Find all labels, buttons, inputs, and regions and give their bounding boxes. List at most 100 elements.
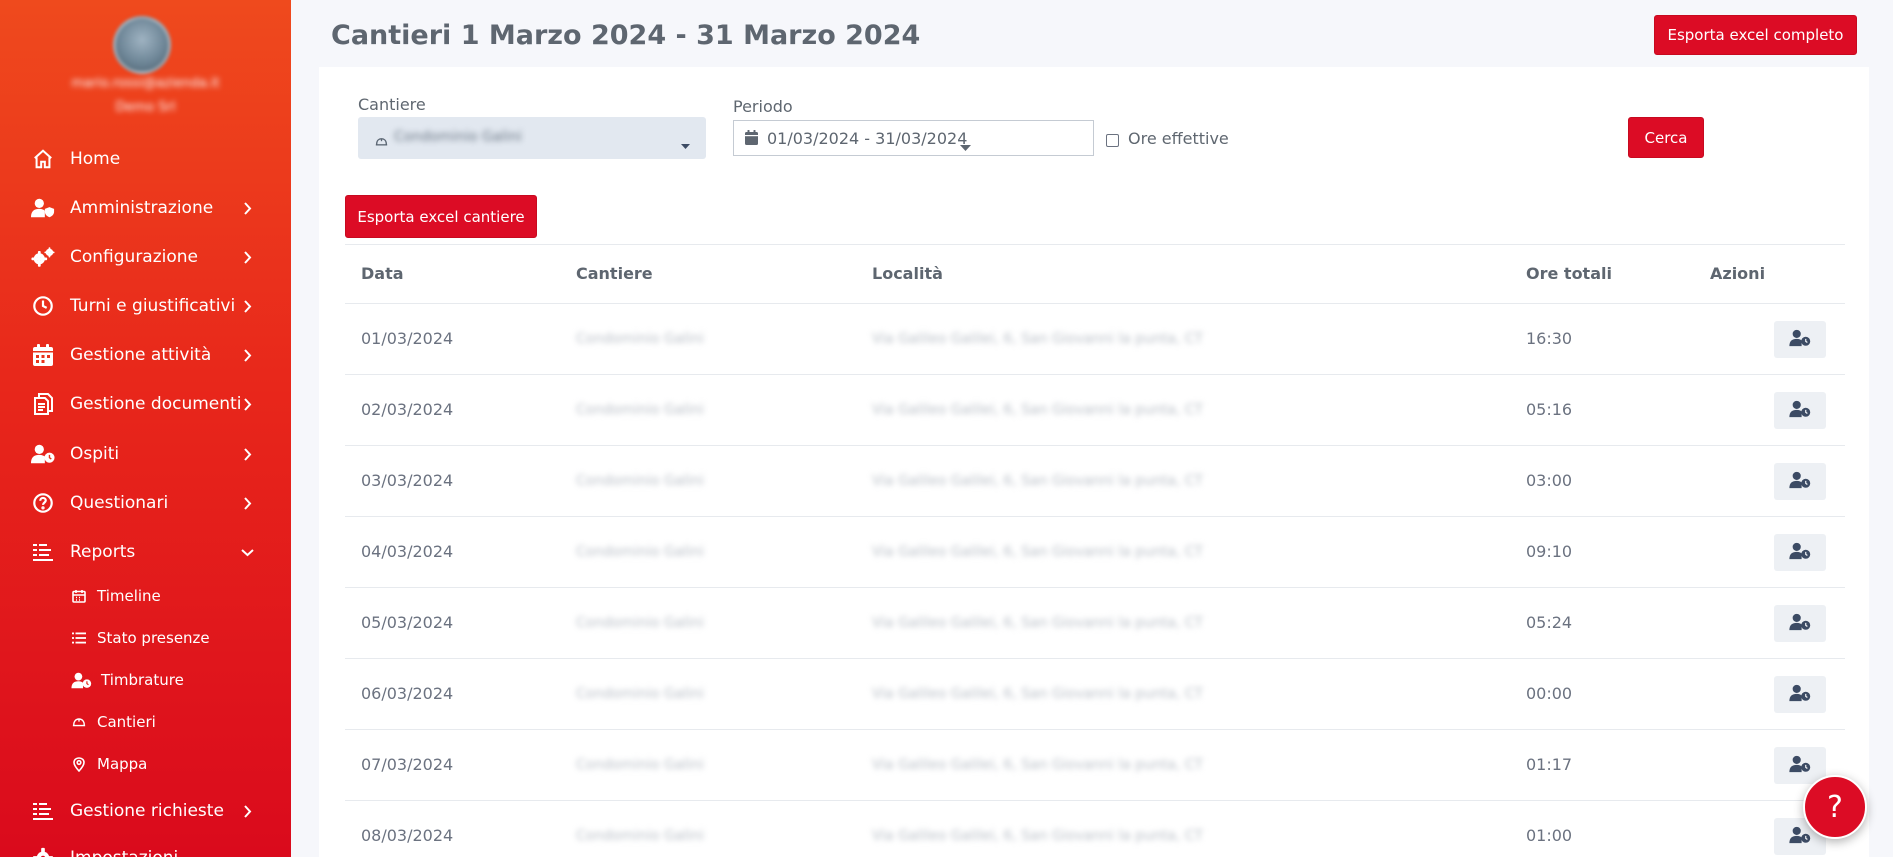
cell-localita: Via Galileo Galilei, 6, San Giovanni la …	[872, 402, 1204, 418]
sidebar-subitem-timeline[interactable]: Timeline	[0, 579, 291, 613]
periodo-label: Periodo	[733, 97, 793, 116]
avatar[interactable]	[113, 16, 171, 74]
helmet-icon	[70, 713, 88, 731]
user-clock-icon	[70, 671, 92, 689]
cell-localita: Via Galileo Galilei, 6, San Giovanni la …	[872, 544, 1204, 560]
sidebar-item-gestione-richieste[interactable]: Gestione richieste	[0, 791, 291, 831]
ore-effettive-checkbox[interactable]	[1106, 134, 1119, 147]
sidebar-item-questionari[interactable]: Questionari	[0, 483, 291, 523]
column-header-localita: Località	[872, 264, 943, 283]
sidebar-item-label: Home	[70, 149, 121, 169]
cell-data: 05/03/2024	[361, 613, 454, 632]
list-icon	[70, 629, 88, 647]
help-button[interactable]: ?	[1803, 775, 1867, 839]
document-icon	[31, 392, 55, 416]
sidebar-subitem-stato-presenze[interactable]: Stato presenze	[0, 621, 291, 655]
sidebar-item-label: Turni e giustificativi	[70, 296, 236, 316]
sidebar-item-label: Questionari	[70, 493, 169, 513]
row-timbrature-button[interactable]	[1774, 605, 1826, 642]
chevron-right-icon	[240, 299, 254, 313]
sidebar-item-label: Impostazioni	[70, 848, 178, 857]
user-clock-icon	[1789, 329, 1811, 351]
row-timbrature-button[interactable]	[1774, 392, 1826, 429]
cell-ore-totali: 05:24	[1526, 613, 1573, 632]
sidebar-subitem-label: Timbrature	[101, 671, 184, 689]
cell-localita: Via Galileo Galilei, 6, San Giovanni la …	[872, 828, 1204, 844]
page-title: Cantieri 1 Marzo 2024 - 31 Marzo 2024	[331, 20, 921, 51]
caret-down-icon	[960, 136, 971, 155]
helmet-icon	[375, 132, 388, 151]
sidebar-item-home[interactable]: Home	[0, 139, 291, 179]
cell-cantiere: Condominio Galini	[576, 331, 704, 347]
sidebar-item-amministrazione[interactable]: Amministrazione	[0, 188, 291, 228]
sidebar-item-reports[interactable]: Reports	[0, 532, 291, 572]
cell-cantiere: Condominio Galini	[576, 473, 704, 489]
column-header-cantiere: Cantiere	[576, 264, 653, 283]
sidebar-item-configurazione[interactable]: Configurazione	[0, 237, 291, 277]
calendar-icon	[31, 343, 55, 367]
chevron-right-icon	[240, 348, 254, 362]
cell-data: 08/03/2024	[361, 826, 454, 845]
sidebar-subitem-cantieri[interactable]: Cantieri	[0, 705, 291, 739]
user-clock-icon	[1789, 826, 1811, 848]
user-clock-icon	[1789, 684, 1811, 706]
sidebar-item-ospiti[interactable]: Ospiti	[0, 434, 291, 474]
caret-down-icon	[681, 135, 690, 154]
sidebar-item-label: Gestione attività	[70, 345, 212, 365]
search-button[interactable]: Cerca	[1628, 117, 1704, 158]
export-full-excel-button[interactable]: Esporta excel completo	[1654, 15, 1857, 55]
periodo-date-range-input[interactable]: 01/03/2024 - 31/03/2024	[733, 120, 1094, 156]
cell-data: 01/03/2024	[361, 329, 454, 348]
sidebar-subitem-timbrature[interactable]: Timbrature	[0, 663, 291, 697]
chevron-right-icon	[240, 496, 254, 510]
user-shield-icon	[31, 196, 55, 220]
row-timbrature-button[interactable]	[1774, 321, 1826, 358]
cell-ore-totali: 00:00	[1526, 684, 1573, 703]
cell-localita: Via Galileo Galilei, 6, San Giovanni la …	[872, 473, 1204, 489]
cell-ore-totali: 01:17	[1526, 755, 1573, 774]
column-header-data: Data	[361, 264, 404, 283]
chevron-right-icon	[240, 397, 254, 411]
ore-effettive-label: Ore effettive	[1128, 129, 1229, 148]
cell-data: 04/03/2024	[361, 542, 454, 561]
report-list-icon	[31, 799, 55, 823]
user-organization: Demo Srl	[115, 100, 176, 115]
cell-data: 02/03/2024	[361, 400, 454, 419]
user-clock-icon	[1789, 471, 1811, 493]
cantiere-select[interactable]: Condominio Galini	[358, 117, 706, 159]
sidebar-item-label: Reports	[70, 542, 136, 562]
sidebar-item-label: Configurazione	[70, 247, 199, 267]
calendar-small-icon	[70, 587, 88, 605]
row-timbrature-button[interactable]	[1774, 676, 1826, 713]
gear-icon	[31, 846, 55, 857]
sidebar-item-gestione-attivita[interactable]: Gestione attività	[0, 335, 291, 375]
sidebar-item-label: Amministrazione	[70, 198, 214, 218]
sidebar-item-gestione-documenti[interactable]: Gestione documenti	[0, 384, 291, 424]
cell-cantiere: Condominio Galini	[576, 615, 704, 631]
chevron-right-icon	[240, 201, 254, 215]
cell-ore-totali: 09:10	[1526, 542, 1573, 561]
chevron-down-icon	[240, 545, 254, 559]
table-top-divider	[345, 244, 1845, 245]
sidebar-item-impostazioni[interactable]: Impostazioni	[0, 838, 291, 857]
export-cantiere-excel-button[interactable]: Esporta excel cantiere	[345, 195, 537, 238]
sidebar-item-turni[interactable]: Turni e giustificativi	[0, 286, 291, 326]
sidebar-item-label: Ospiti	[70, 444, 120, 464]
cell-cantiere: Condominio Galini	[576, 686, 704, 702]
cell-data: 06/03/2024	[361, 684, 454, 703]
sidebar-subitem-label: Cantieri	[97, 713, 156, 731]
sidebar: mario.rossi@azienda.it Demo Srl Home Amm…	[0, 0, 291, 857]
periodo-date-range-value: 01/03/2024 - 31/03/2024	[767, 129, 968, 148]
user-email: mario.rossi@azienda.it	[71, 76, 220, 91]
row-timbrature-button[interactable]	[1774, 534, 1826, 571]
row-timbrature-button[interactable]	[1774, 463, 1826, 500]
sidebar-subitem-mappa[interactable]: Mappa	[0, 747, 291, 781]
sidebar-item-label: Gestione richieste	[70, 801, 224, 821]
home-icon	[31, 147, 55, 171]
cell-ore-totali: 01:00	[1526, 826, 1573, 845]
cell-ore-totali: 05:16	[1526, 400, 1573, 419]
user-clock-icon	[1789, 400, 1811, 422]
question-circle-icon	[31, 491, 55, 515]
cell-cantiere: Condominio Galini	[576, 757, 704, 773]
map-pin-icon	[70, 755, 88, 773]
